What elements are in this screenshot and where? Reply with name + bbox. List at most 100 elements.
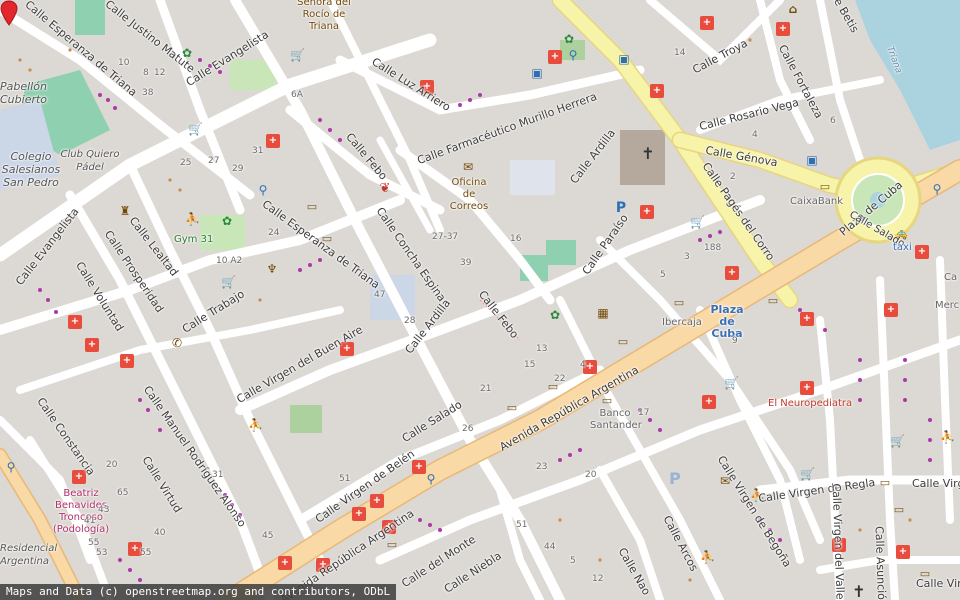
bicycle-rental-icon[interactable]: ⚲ bbox=[256, 183, 270, 197]
house-number: 31 bbox=[212, 470, 224, 480]
poi-label-taxi: taxi bbox=[893, 242, 912, 253]
house-number: 14 bbox=[674, 48, 686, 58]
poi-label-ibercaja: Ibercaja bbox=[662, 317, 702, 328]
poi-label-pabellon: Pabellón Cubierto bbox=[0, 80, 48, 106]
pharmacy-icon[interactable]: + bbox=[700, 16, 714, 30]
bank-icon[interactable]: ▭ bbox=[766, 294, 780, 308]
sports-icon[interactable]: ⛹ bbox=[248, 418, 263, 432]
pharmacy-icon[interactable]: + bbox=[370, 494, 384, 508]
pharmacy-icon[interactable]: + bbox=[548, 50, 562, 64]
shop-cart-icon[interactable]: 🛒 bbox=[690, 215, 705, 229]
house-number: 55 bbox=[88, 538, 100, 548]
house-number: 13 bbox=[536, 344, 548, 354]
poi-label-neuropediatra: El Neuropediatra bbox=[768, 398, 853, 409]
house-number: 3 bbox=[684, 252, 690, 262]
dentist-icon[interactable]: ❦ bbox=[378, 182, 392, 196]
post-office-icon[interactable]: ✉ bbox=[461, 160, 475, 174]
house-number: 12 bbox=[592, 574, 604, 584]
museum-icon[interactable]: ⌂ bbox=[786, 2, 800, 16]
map-canvas[interactable]: + + + + + + + + + + + + + + + + + + + + … bbox=[0, 0, 960, 600]
bank-icon[interactable]: ▭ bbox=[878, 476, 892, 490]
poi-label-merc: Merc bbox=[935, 300, 960, 311]
church-icon[interactable]: ✝ bbox=[641, 146, 655, 162]
bank-icon[interactable]: ▭ bbox=[305, 200, 319, 214]
bus-stop-icon[interactable]: ▣ bbox=[805, 153, 819, 167]
sports-icon[interactable]: ⛹ bbox=[700, 550, 715, 564]
sports-icon[interactable]: ⛹ bbox=[940, 430, 955, 444]
house-number: 20 bbox=[106, 460, 118, 470]
house-number: 15 bbox=[524, 360, 536, 370]
poi-label-club: Club Quiero Pádel bbox=[60, 149, 120, 173]
poi-label-gym: Gym 31 bbox=[174, 234, 214, 245]
bicycle-rental-icon[interactable]: ⚲ bbox=[4, 460, 18, 474]
house-number: 65 bbox=[117, 488, 129, 498]
ice-cream-icon[interactable]: ♆ bbox=[265, 262, 279, 276]
bicycle-rental-icon[interactable]: ⚲ bbox=[566, 48, 580, 62]
poi-label-church: Señora del Rocío de Triana bbox=[297, 0, 351, 32]
bank-icon[interactable]: ▭ bbox=[892, 503, 906, 517]
poi-label-caixabank: CaixaBank bbox=[790, 196, 844, 207]
church-icon[interactable]: ✝ bbox=[852, 584, 866, 600]
shop-cart-icon[interactable]: 🛒 bbox=[800, 467, 815, 481]
poi-label-santander: Banco Santander bbox=[590, 408, 642, 431]
shop-cart-icon[interactable]: 🛒 bbox=[188, 122, 203, 136]
location-pin-icon[interactable] bbox=[0, 0, 18, 26]
house-number: 41 bbox=[84, 516, 96, 526]
pharmacy-icon[interactable]: + bbox=[640, 205, 654, 219]
house-number: 23 bbox=[536, 462, 548, 472]
pharmacy-icon[interactable]: + bbox=[800, 381, 814, 395]
fitness-icon[interactable]: ♜ bbox=[118, 204, 132, 218]
bus-stop-icon[interactable]: ▣ bbox=[530, 66, 544, 80]
house-number: 10 bbox=[118, 58, 130, 68]
map-attribution[interactable]: Maps and Data (c) openstreetmap.org and … bbox=[0, 584, 397, 600]
street-label: Calle Virg bbox=[916, 577, 960, 590]
pharmacy-icon[interactable]: + bbox=[120, 354, 134, 368]
playground-icon[interactable]: ✿ bbox=[220, 214, 234, 228]
bicycle-rental-icon[interactable]: ⚲ bbox=[930, 182, 944, 196]
house-number: 21 bbox=[480, 384, 492, 394]
pharmacy-icon[interactable]: + bbox=[884, 303, 898, 317]
pharmacy-icon[interactable]: + bbox=[266, 134, 280, 148]
playground-icon[interactable]: ✿ bbox=[548, 308, 562, 322]
pharmacy-icon[interactable]: + bbox=[725, 266, 739, 280]
pharmacy-icon[interactable]: + bbox=[915, 245, 929, 259]
pharmacy-icon[interactable]: + bbox=[650, 84, 664, 98]
house-number: 29 bbox=[232, 164, 244, 174]
bank-icon[interactable]: ▭ bbox=[616, 335, 630, 349]
pharmacy-icon[interactable]: + bbox=[776, 22, 790, 36]
house-number: 27 bbox=[208, 156, 220, 166]
poi-label-school: Colegio Salesianos San Pedro bbox=[1, 150, 61, 189]
pharmacy-icon[interactable]: + bbox=[68, 315, 82, 329]
house-number: 44 bbox=[544, 542, 556, 552]
bicycle-rental-icon[interactable]: ⚲ bbox=[424, 472, 438, 486]
shop-cart-icon[interactable]: 🛒 bbox=[724, 376, 739, 390]
playground-icon[interactable]: ✿ bbox=[562, 32, 576, 46]
pharmacy-icon[interactable]: + bbox=[85, 338, 99, 352]
bus-stop-icon[interactable]: ▣ bbox=[617, 52, 631, 66]
house-number: 2 bbox=[730, 172, 736, 182]
house-number: 26 bbox=[462, 424, 474, 434]
shop-cart-icon[interactable]: 🛒 bbox=[221, 275, 236, 289]
pharmacy-icon[interactable]: + bbox=[702, 395, 716, 409]
pharmacy-icon[interactable]: + bbox=[896, 545, 910, 559]
poi-label-plaza-de-cuba: Plaza de Cuba bbox=[710, 303, 744, 340]
house-number: 51 bbox=[339, 474, 351, 484]
shop-cart-icon[interactable]: 🛒 bbox=[290, 48, 305, 62]
pharmacy-icon[interactable]: + bbox=[800, 312, 814, 326]
house-number: 12 bbox=[154, 68, 166, 78]
pharmacy-icon[interactable]: + bbox=[278, 556, 292, 570]
house-number: 40 bbox=[154, 528, 166, 538]
shop-cart-icon[interactable]: 🛒 bbox=[890, 434, 905, 448]
bank-icon[interactable]: ▭ bbox=[672, 296, 686, 310]
house-number: 6A bbox=[291, 90, 303, 100]
pharmacy-icon[interactable]: + bbox=[352, 507, 366, 521]
house-number: 24 bbox=[268, 228, 280, 238]
sports-icon[interactable]: ⛹ bbox=[185, 212, 200, 226]
bank-icon[interactable]: ▭ bbox=[505, 401, 519, 415]
bank-icon[interactable]: ▭ bbox=[385, 538, 399, 552]
parking-icon[interactable]: P bbox=[668, 471, 682, 487]
phone-icon[interactable]: ✆ bbox=[170, 336, 184, 350]
poi-label-residencial: Residencial Argentina bbox=[0, 543, 58, 567]
bank-icon[interactable]: ▭ bbox=[818, 180, 832, 194]
cinema-icon[interactable]: ▦ bbox=[596, 306, 610, 320]
